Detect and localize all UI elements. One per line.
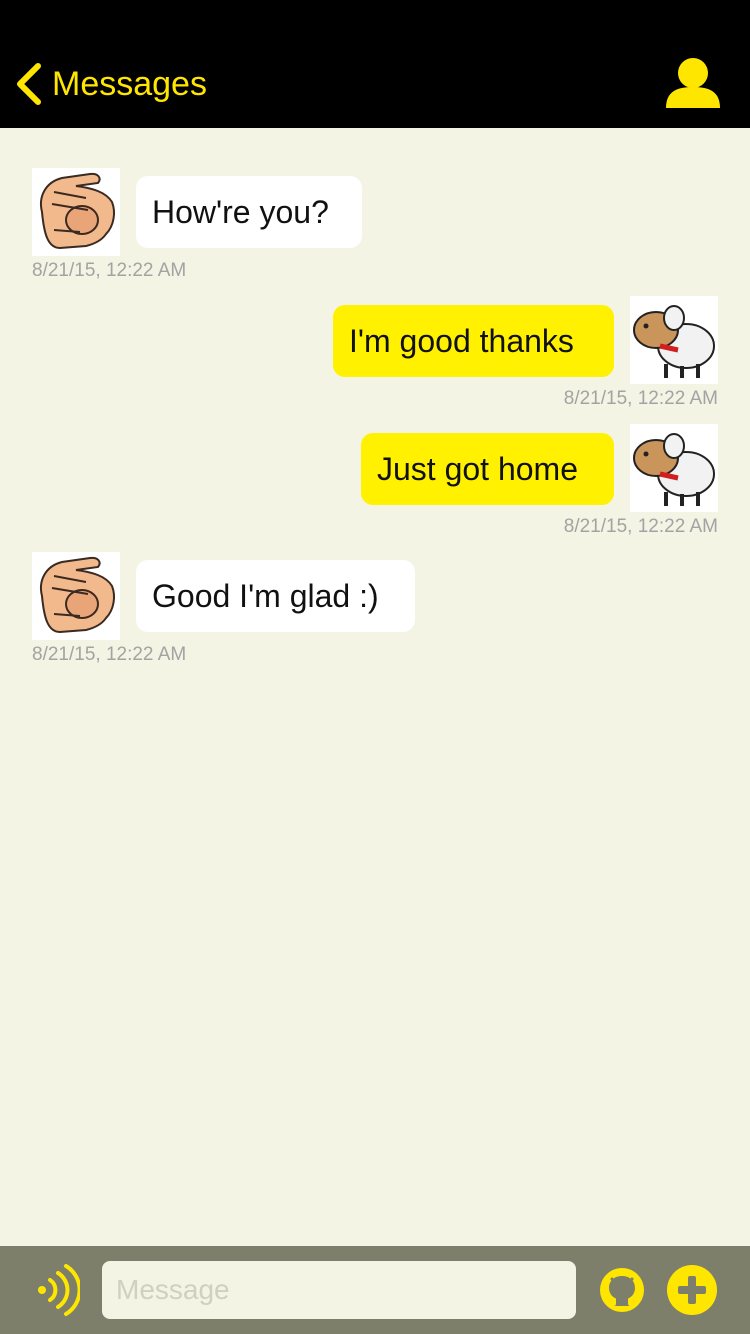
message-timestamp: 8/21/15, 12:22 AM bbox=[32, 644, 187, 665]
pointing-hand-avatar[interactable] bbox=[32, 168, 120, 256]
message-input[interactable] bbox=[102, 1261, 576, 1319]
sheep-avatar[interactable] bbox=[630, 296, 718, 384]
message-text: Good I'm glad :) bbox=[152, 578, 379, 614]
message-timestamp: 8/21/15, 12:22 AM bbox=[563, 516, 718, 537]
sheep-avatar[interactable] bbox=[630, 424, 718, 512]
message-text: I'm good thanks bbox=[349, 323, 574, 359]
message-bubble-incoming[interactable]: Good I'm glad :) bbox=[136, 560, 415, 632]
github-icon[interactable] bbox=[598, 1266, 646, 1314]
plus-icon[interactable] bbox=[666, 1264, 718, 1316]
back-button-label: Messages bbox=[52, 65, 207, 103]
message-timestamp: 8/21/15, 12:22 AM bbox=[563, 388, 718, 409]
chevron-left-icon bbox=[17, 63, 41, 105]
signal-icon[interactable] bbox=[34, 1263, 80, 1317]
message-timestamp: 8/21/15, 12:22 AM bbox=[32, 260, 187, 281]
message-thread: How're you? 8/21/15, 12:22 AM I'm good t… bbox=[0, 128, 750, 1246]
message-bubble-incoming[interactable]: How're you? bbox=[136, 176, 362, 248]
pointing-hand-avatar[interactable] bbox=[32, 552, 120, 640]
person-icon[interactable] bbox=[664, 56, 722, 110]
back-button[interactable]: Messages bbox=[14, 60, 207, 108]
message-text: How're you? bbox=[152, 194, 329, 230]
navigation-bar: Messages bbox=[0, 0, 750, 128]
message-text: Just got home bbox=[377, 451, 578, 487]
message-bubble-outgoing[interactable]: Just got home bbox=[361, 433, 614, 505]
message-bubble-outgoing[interactable]: I'm good thanks bbox=[333, 305, 614, 377]
